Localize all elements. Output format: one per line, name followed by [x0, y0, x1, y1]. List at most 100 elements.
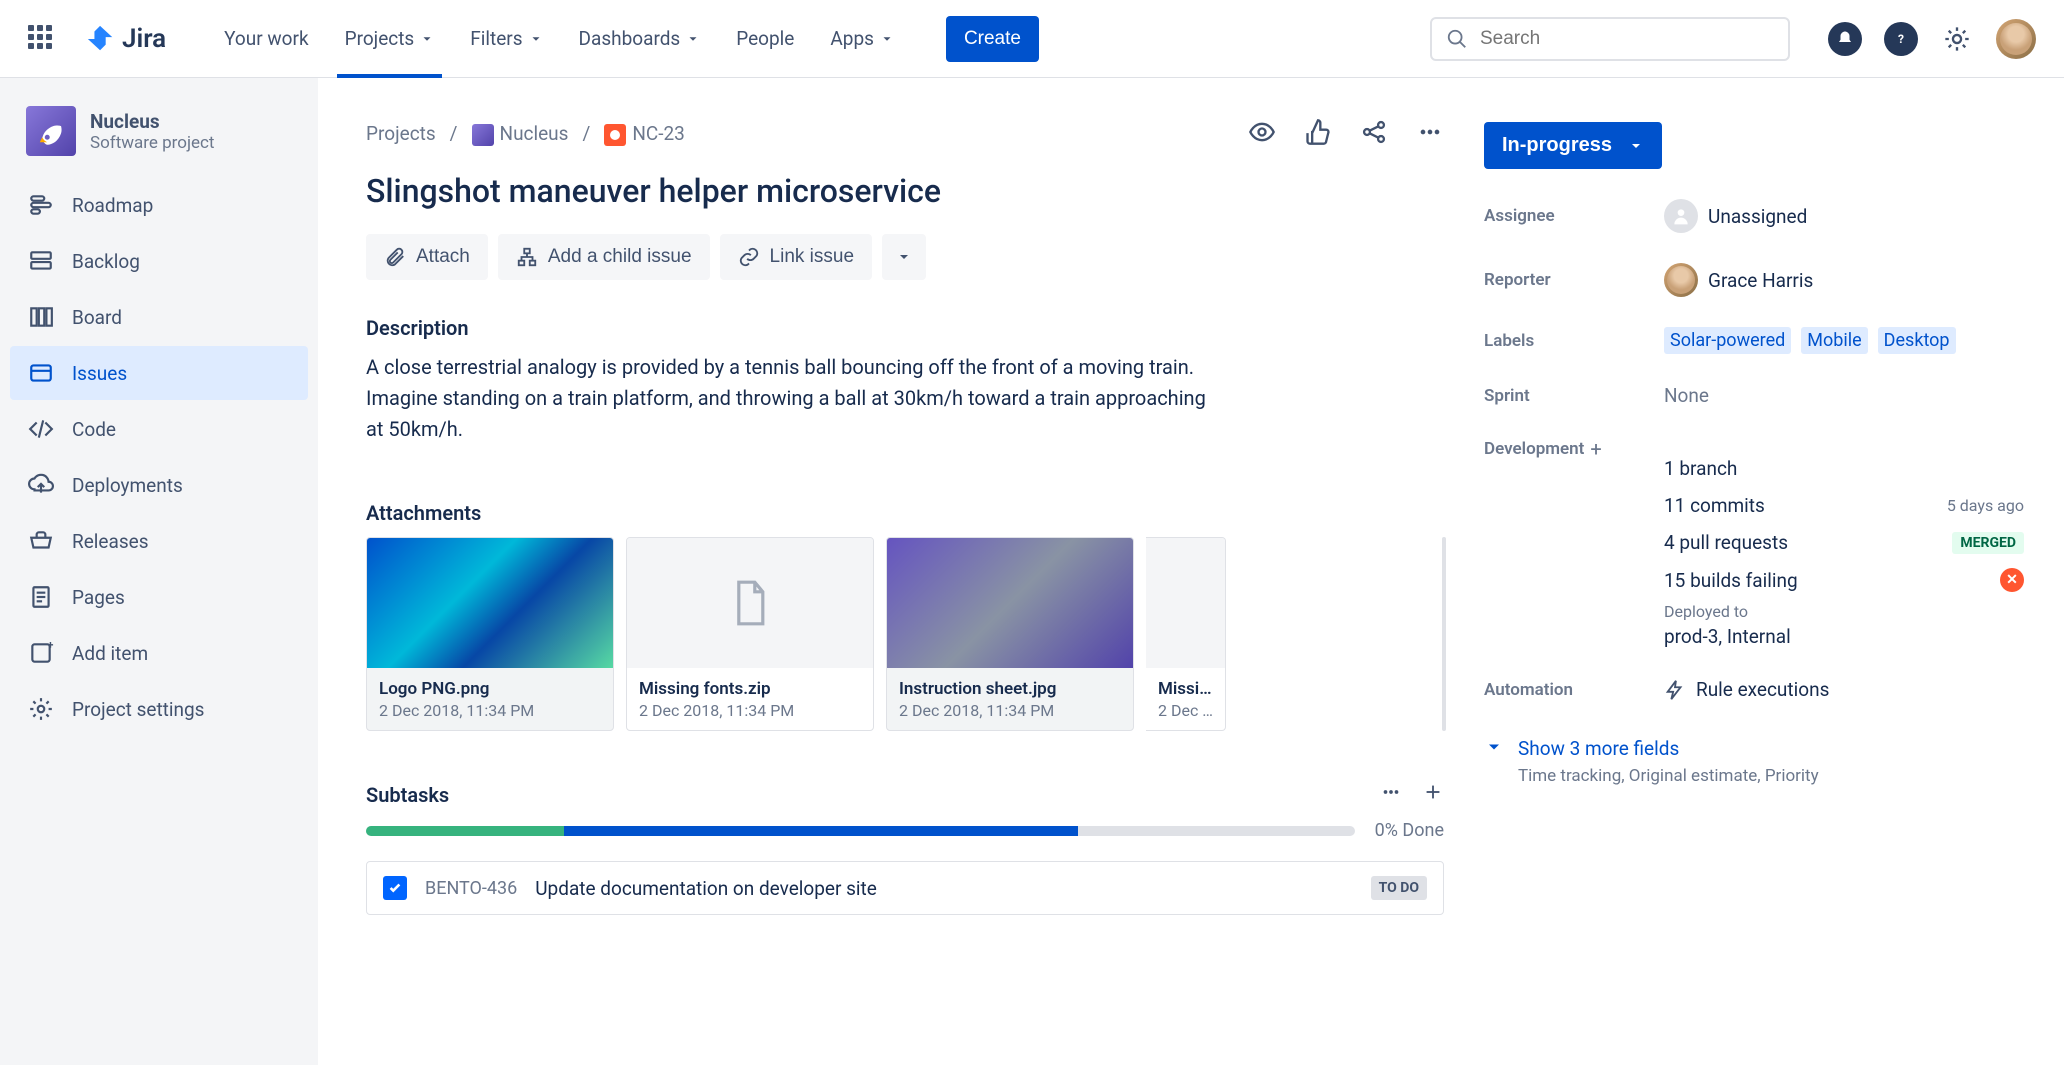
description-heading: Description: [366, 316, 1444, 340]
help-icon[interactable]: ?: [1884, 22, 1918, 56]
sidebar-item-roadmap[interactable]: Roadmap: [10, 178, 308, 232]
subtask-key[interactable]: BENTO-436: [425, 878, 517, 899]
subtask-status[interactable]: TO DO: [1371, 876, 1427, 900]
sidebar-label: Add item: [72, 642, 148, 665]
scroll-indicator[interactable]: [1442, 537, 1446, 731]
attachment-name: Missing f: [1158, 679, 1213, 699]
board-icon: [28, 304, 54, 330]
breadcrumb-issue-key: NC-23: [632, 122, 685, 145]
subtasks-more-icon[interactable]: [1380, 781, 1402, 808]
progress-label: 0% Done: [1375, 820, 1444, 841]
attachment-card[interactable]: Logo PNG.png 2 Dec 2018, 11:34 PM: [366, 537, 614, 731]
label-lozenge[interactable]: Desktop: [1878, 327, 1956, 354]
attachment-date: 2 Dec 2018, 11:34 PM: [639, 701, 861, 720]
nav-label: People: [736, 27, 794, 50]
nav-your-work[interactable]: Your work: [206, 0, 326, 77]
sidebar-item-backlog[interactable]: Backlog: [10, 234, 308, 288]
add-dev-icon[interactable]: +: [1590, 437, 1601, 461]
show-more-fields[interactable]: Show 3 more fields: [1518, 737, 1819, 760]
attach-button[interactable]: Attach: [366, 234, 488, 280]
label-lozenge[interactable]: Solar-powered: [1664, 327, 1791, 354]
breadcrumb-project[interactable]: Nucleus: [472, 122, 569, 146]
jira-logo[interactable]: Jira: [86, 24, 166, 54]
notifications-icon[interactable]: [1828, 22, 1862, 56]
automation-label: Automation: [1484, 680, 1654, 700]
development-label: Development +: [1484, 437, 1654, 461]
share-icon[interactable]: [1360, 118, 1388, 150]
sprint-value[interactable]: None: [1664, 384, 1709, 407]
deployed-environments[interactable]: prod-3, Internal: [1664, 625, 2024, 648]
child-issue-icon: [516, 246, 538, 268]
nav-label: Apps: [830, 27, 874, 50]
search-icon: [1446, 28, 1468, 50]
sidebar-label: Issues: [72, 362, 127, 385]
sidebar-item-board[interactable]: Board: [10, 290, 308, 344]
description-text[interactable]: A close terrestrial analogy is provided …: [366, 352, 1216, 445]
sidebar-item-releases[interactable]: Releases: [10, 514, 308, 568]
add-child-button[interactable]: Add a child issue: [498, 234, 710, 280]
nav-apps[interactable]: Apps: [812, 0, 912, 77]
chevron-down-icon[interactable]: [1484, 737, 1504, 757]
sidebar-item-settings[interactable]: Project settings: [10, 682, 308, 736]
sidebar-label: Backlog: [72, 250, 140, 273]
jira-icon: [86, 24, 116, 54]
issue-type-icon: [604, 124, 626, 146]
user-avatar[interactable]: [1996, 19, 2036, 59]
app-switcher-icon[interactable]: [28, 25, 56, 53]
sprint-label: Sprint: [1484, 386, 1654, 406]
dev-pull-requests[interactable]: 4 pull requestsMERGED: [1664, 531, 2024, 554]
attachment-name: Logo PNG.png: [379, 679, 601, 699]
search-input[interactable]: [1478, 27, 1774, 51]
breadcrumb-projects[interactable]: Projects: [366, 122, 436, 145]
attachment-card[interactable]: Missing fonts.zip2 Dec 2018, 11:34 PM: [626, 537, 874, 731]
attachment-date: 2 Dec 20: [1158, 701, 1213, 720]
sidebar-item-issues[interactable]: Issues: [10, 346, 308, 400]
settings-icon[interactable]: [1940, 22, 1974, 56]
pages-icon: [28, 584, 54, 610]
nav-dashboards[interactable]: Dashboards: [561, 0, 719, 77]
dev-builds[interactable]: 15 builds failing✕: [1664, 568, 2024, 592]
labels-value[interactable]: Solar-powered Mobile Desktop: [1664, 327, 1956, 354]
sidebar-item-deployments[interactable]: Deployments: [10, 458, 308, 512]
sidebar-item-pages[interactable]: Pages: [10, 570, 308, 624]
status-dropdown[interactable]: In-progress: [1484, 122, 1662, 169]
breadcrumb-issue[interactable]: NC-23: [604, 122, 685, 146]
sidebar-item-add[interactable]: + Add item: [10, 626, 308, 680]
dev-commits[interactable]: 11 commits5 days ago: [1664, 494, 2024, 517]
attachment-card[interactable]: Instruction sheet.jpg2 Dec 2018, 11:34 P…: [886, 537, 1134, 731]
sidebar-label: Roadmap: [72, 194, 153, 217]
assignee-value[interactable]: Unassigned: [1664, 199, 1807, 233]
dev-branch-text: 1 branch: [1664, 457, 1737, 480]
reporter-value[interactable]: Grace Harris: [1664, 263, 1813, 297]
link-issue-button[interactable]: Link issue: [720, 234, 873, 280]
attachments-list: Logo PNG.png 2 Dec 2018, 11:34 PM Missing…: [366, 537, 1444, 731]
nav-projects[interactable]: Projects: [327, 0, 453, 77]
toolbar-more-button[interactable]: [882, 234, 926, 280]
issue-title[interactable]: Slingshot maneuver helper microservice: [366, 172, 1444, 210]
dev-label-text: Development: [1484, 439, 1584, 459]
create-button[interactable]: Create: [946, 16, 1039, 62]
search-box[interactable]: [1430, 17, 1790, 61]
attachment-thumbnail: [367, 538, 613, 668]
project-header[interactable]: Nucleus Software project: [10, 98, 308, 176]
dev-branch[interactable]: 1 branch: [1664, 457, 2024, 480]
issues-icon: [28, 360, 54, 386]
watch-icon[interactable]: [1248, 118, 1276, 150]
automation-text: Rule executions: [1696, 678, 1829, 701]
link-issue-label: Link issue: [770, 246, 855, 268]
sidebar-item-code[interactable]: Code: [10, 402, 308, 456]
attachment-date: 2 Dec 2018, 11:34 PM: [379, 701, 601, 720]
vote-icon[interactable]: [1304, 118, 1332, 150]
nav-filters[interactable]: Filters: [452, 0, 560, 77]
attachment-card[interactable]: Missing f 2 Dec 20: [1146, 537, 1226, 731]
sidebar-label: Code: [72, 418, 116, 441]
label-lozenge[interactable]: Mobile: [1801, 327, 1867, 354]
subtask-row[interactable]: BENTO-436 Update documentation on develo…: [366, 861, 1444, 915]
more-actions-icon[interactable]: [1416, 118, 1444, 150]
add-subtask-icon[interactable]: [1422, 781, 1444, 808]
add-item-icon: +: [28, 640, 54, 666]
automation-value[interactable]: Rule executions: [1664, 678, 1829, 701]
nav-people[interactable]: People: [718, 0, 812, 77]
dev-builds-text: 15 builds failing: [1664, 569, 1798, 592]
gear-icon: [28, 696, 54, 722]
